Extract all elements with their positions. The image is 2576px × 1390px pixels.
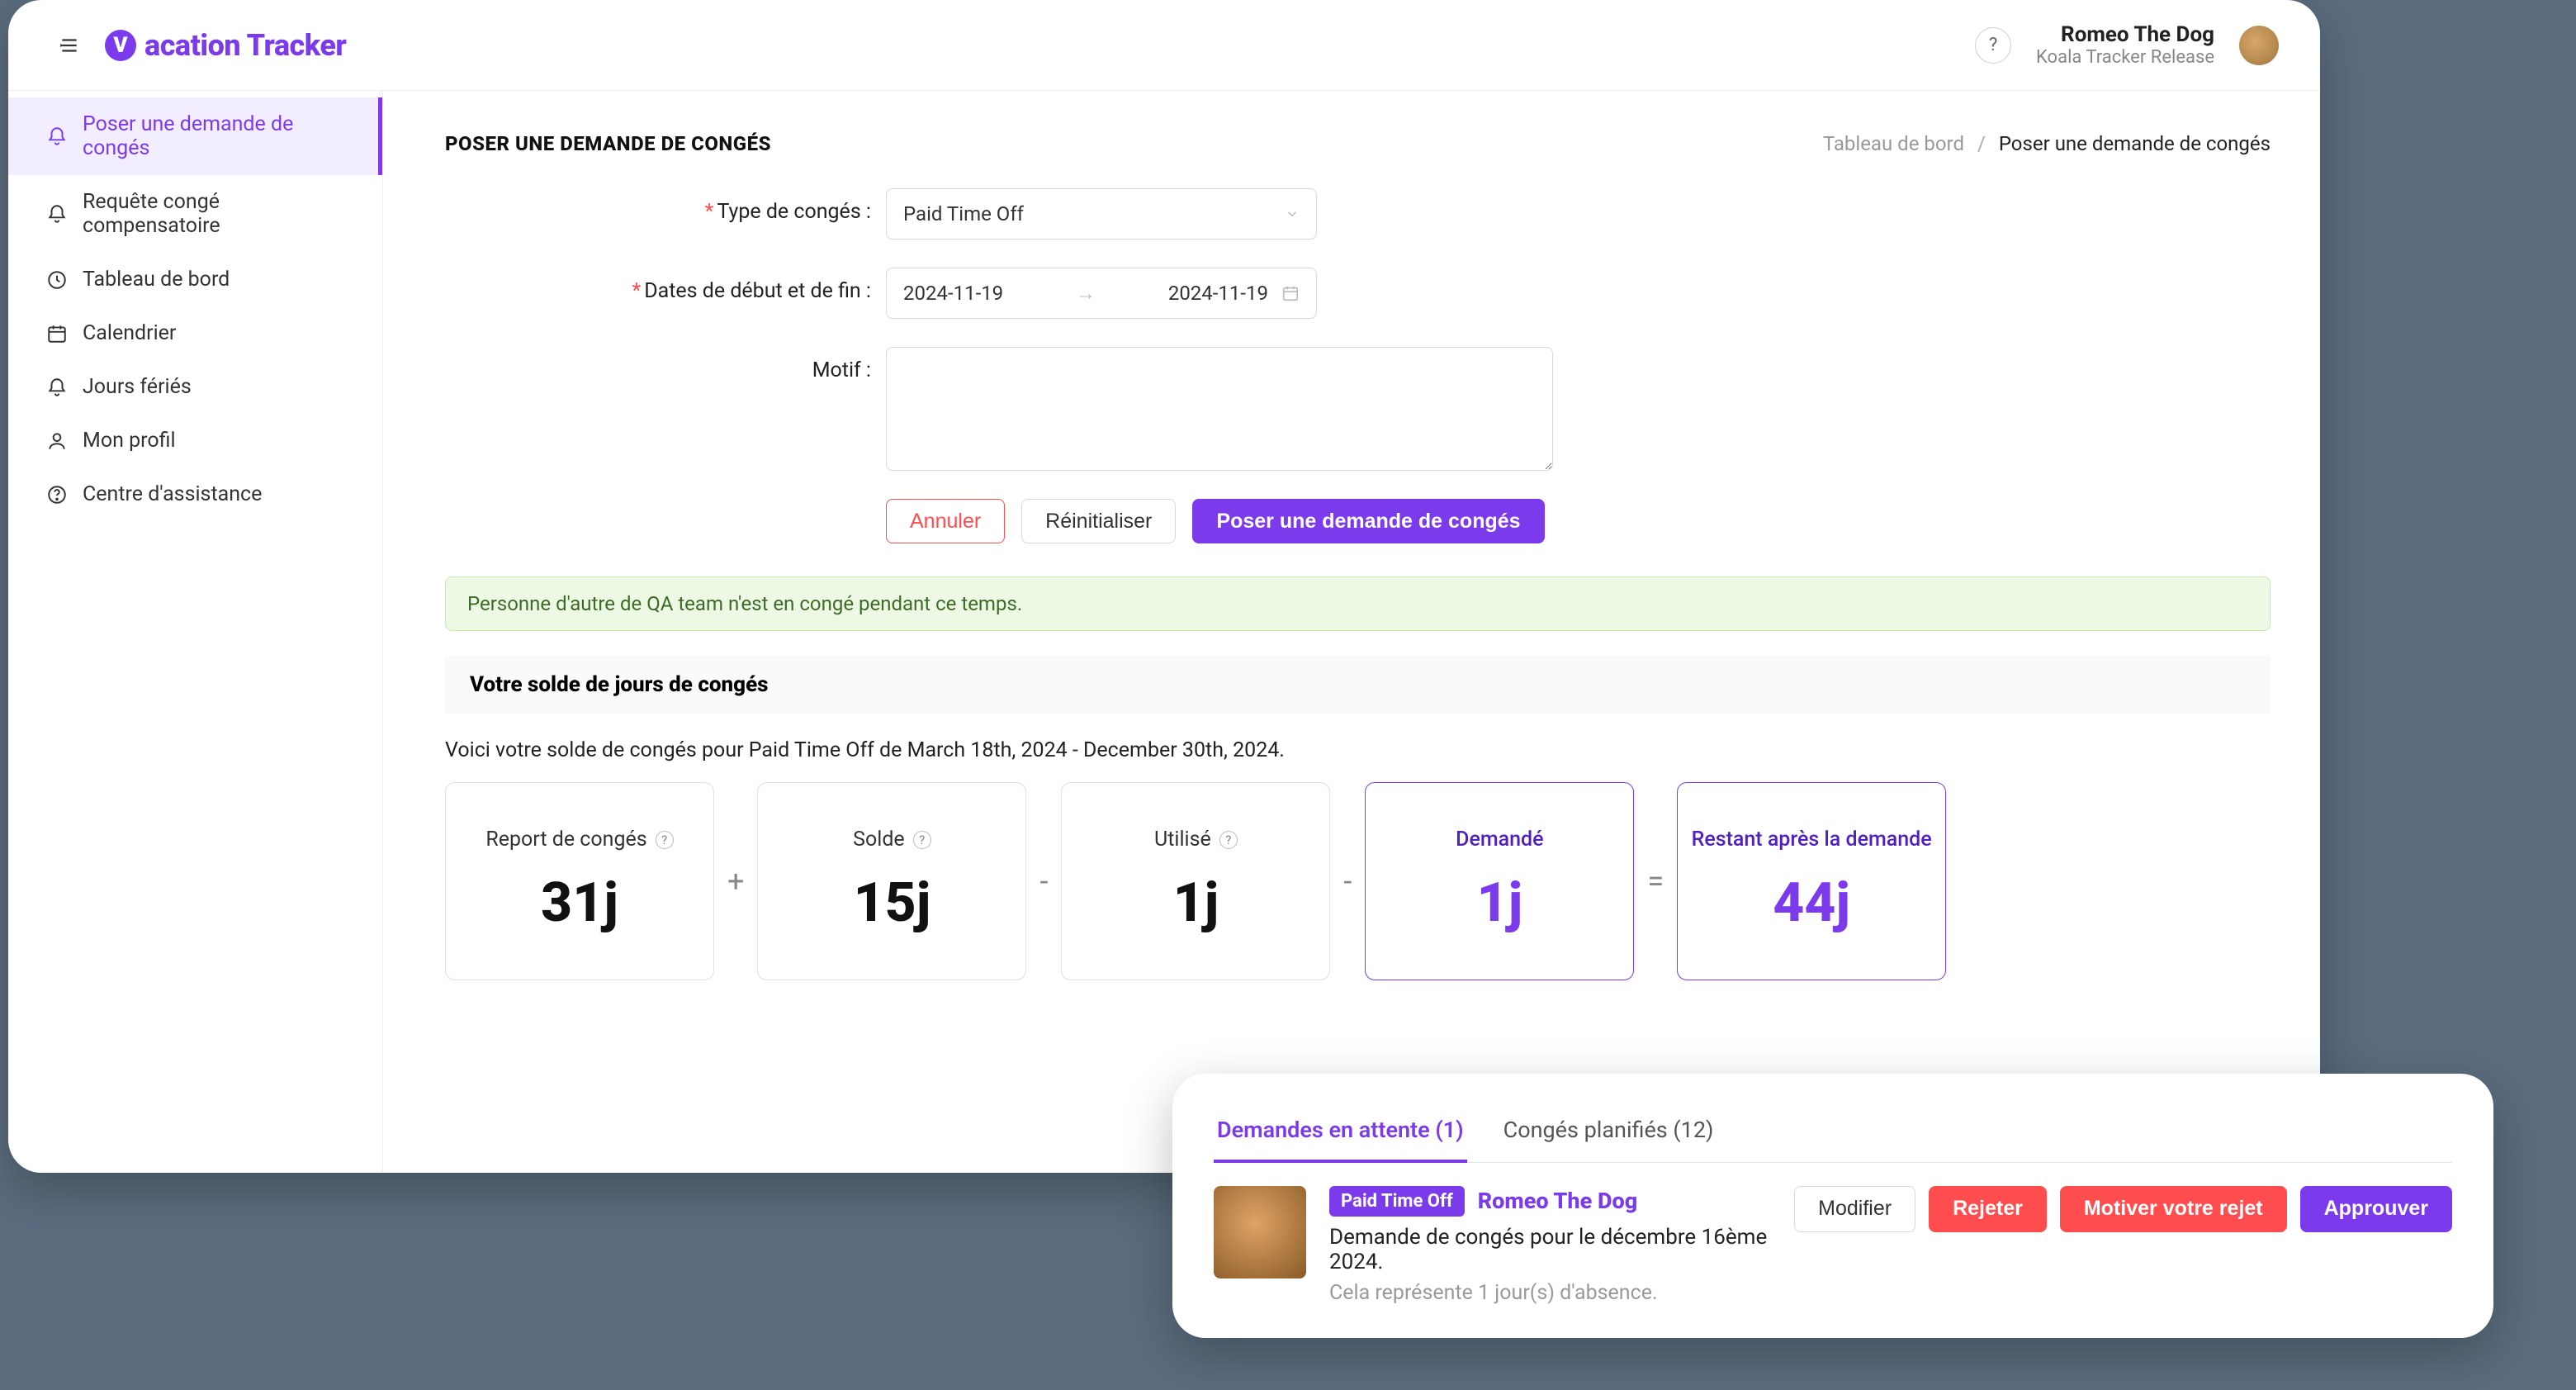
submit-button[interactable]: Poser une demande de congés (1192, 499, 1544, 543)
quota-value: 15j (854, 871, 931, 935)
sidebar-item-label: Mon profil (83, 429, 176, 453)
breadcrumb-root[interactable]: Tableau de bord (1823, 132, 1964, 155)
menu-toggle-button[interactable] (54, 30, 85, 61)
main-content: POSER UNE DEMANDE DE CONGÉS Tableau de b… (383, 91, 2320, 1173)
quota-description: Voici votre solde de congés pour Paid Ti… (445, 714, 2271, 782)
quota-value: 44j (1773, 871, 1850, 935)
clock-icon (46, 269, 68, 291)
sidebar-item-label: Requête congé compensatoire (83, 190, 357, 238)
quota-card-used: Utilisé? 1j (1061, 782, 1330, 980)
quota-card-remaining: Restant après la demande 44j (1677, 782, 1946, 980)
leave-request-form: *Type de congés : Paid Time Off *Dates d… (445, 188, 2271, 543)
calendar-icon (46, 323, 68, 344)
info-icon[interactable]: ? (913, 831, 931, 849)
sidebar-item-label: Calendrier (83, 321, 176, 345)
pending-requests-panel: Demandes en attente (1) Congés planifiés… (1172, 1074, 2493, 1338)
avatar[interactable] (2239, 26, 2279, 65)
operator-minus: - (1039, 864, 1048, 899)
request-card: Paid Time Off Romeo The Dog Demande de c… (1214, 1186, 2452, 1305)
info-icon[interactable]: ? (1219, 831, 1238, 849)
calendar-icon (1281, 284, 1300, 302)
quota-label: Utilisé (1154, 828, 1211, 852)
request-description: Demande de congés pour le décembre 16ème… (1329, 1225, 1771, 1274)
request-meta: Cela représente 1 jour(s) d'absence. (1329, 1281, 1771, 1305)
date-range-input[interactable]: 2024-11-19 → 2024-11-19 (886, 268, 1317, 319)
user-icon (46, 430, 68, 452)
edit-button[interactable]: Modifier (1794, 1186, 1915, 1232)
sidebar-item-dashboard[interactable]: Tableau de bord (8, 253, 382, 306)
help-button[interactable]: ? (1975, 27, 2011, 64)
logo-icon: V (105, 30, 136, 61)
sidebar-item-profile[interactable]: Mon profil (8, 414, 382, 467)
quota-card-balance: Solde? 15j (757, 782, 1026, 980)
logo[interactable]: V acation Tracker (105, 28, 346, 63)
breadcrumb-separator: / (1977, 132, 1986, 155)
sidebar-item-label: Centre d'assistance (83, 482, 262, 506)
arrow-right-icon: → (1016, 282, 1155, 306)
chevron-down-icon (1285, 206, 1300, 221)
operator-minus: - (1343, 864, 1352, 899)
sidebar-item-calendar[interactable]: Calendrier (8, 306, 382, 360)
tabs: Demandes en attente (1) Congés planifiés… (1214, 1107, 2452, 1163)
dates-label: *Dates de début et de fin : (445, 268, 886, 303)
operator-equals: = (1647, 864, 1664, 899)
app-window: V acation Tracker ? Romeo The Dog Koala … (8, 0, 2320, 1173)
hamburger-icon (59, 35, 80, 56)
sidebar-item-label: Jours fériés (83, 375, 192, 399)
approve-button[interactable]: Approuver (2300, 1186, 2452, 1232)
tab-pending-requests[interactable]: Demandes en attente (1) (1214, 1107, 1467, 1163)
request-avatar (1214, 1186, 1306, 1279)
bell-icon (46, 126, 68, 147)
cancel-button[interactable]: Annuler (886, 499, 1005, 543)
quota-label: Report de congés (485, 828, 646, 852)
breadcrumb-current: Poser une demande de congés (1999, 132, 2271, 155)
user-subtitle: Koala Tracker Release (2036, 47, 2214, 68)
leave-type-label: *Type de congés : (445, 188, 886, 224)
question-icon: ? (1989, 35, 1997, 55)
bell-icon (46, 377, 68, 398)
quota-section: Votre solde de jours de congés Voici vot… (445, 656, 2271, 980)
quota-card-carryover: Report de congés? 31j (445, 782, 714, 980)
alert-text: Personne d'autre de QA team n'est en con… (467, 592, 1022, 615)
leave-type-value: Paid Time Off (903, 202, 1024, 225)
quota-card-requested: Demandé 1j (1365, 782, 1634, 980)
info-icon[interactable]: ? (656, 831, 674, 849)
user-name: Romeo The Dog (2036, 22, 2214, 47)
date-start: 2024-11-19 (903, 282, 1003, 305)
leave-type-select[interactable]: Paid Time Off (886, 188, 1317, 240)
quota-label: Restant après la demande (1692, 828, 1932, 852)
request-user-name[interactable]: Romeo The Dog (1478, 1188, 1637, 1214)
sidebar-item-holidays[interactable]: Jours fériés (8, 360, 382, 414)
date-end: 2024-11-19 (1168, 282, 1268, 305)
help-icon (46, 484, 68, 505)
quota-heading: Votre solde de jours de congés (445, 656, 2271, 714)
reason-textarea[interactable] (886, 347, 1553, 471)
bell-icon (46, 203, 68, 225)
sidebar-item-label: Tableau de bord (83, 268, 230, 292)
quota-value: 1j (1173, 871, 1219, 935)
logo-text: acation Tracker (144, 28, 346, 63)
tab-scheduled-leave[interactable]: Congés planifiés (12) (1500, 1107, 1717, 1163)
motivate-rejection-button[interactable]: Motiver votre rejet (2060, 1186, 2287, 1232)
team-availability-alert: Personne d'autre de QA team n'est en con… (445, 576, 2271, 631)
reset-button[interactable]: Réinitialiser (1021, 499, 1176, 543)
quota-value: 31j (541, 871, 618, 935)
sidebar-item-label: Poser une demande de congés (83, 112, 357, 160)
leave-type-badge: Paid Time Off (1329, 1186, 1465, 1217)
page-title: POSER UNE DEMANDE DE CONGÉS (445, 132, 771, 155)
quota-label: Solde (853, 828, 905, 852)
quota-value: 1j (1477, 871, 1523, 935)
sidebar: Poser une demande de congés Requête cong… (8, 91, 383, 1173)
logo-letter: V (113, 33, 127, 58)
sidebar-item-comp-request[interactable]: Requête congé compensatoire (8, 175, 382, 253)
quota-label: Demandé (1456, 828, 1543, 852)
sidebar-item-help-center[interactable]: Centre d'assistance (8, 467, 382, 521)
sidebar-item-request-leave[interactable]: Poser une demande de congés (8, 97, 382, 175)
user-info[interactable]: Romeo The Dog Koala Tracker Release (2036, 22, 2214, 68)
breadcrumb: Tableau de bord / Poser une demande de c… (1823, 132, 2271, 155)
app-header: V acation Tracker ? Romeo The Dog Koala … (8, 0, 2320, 91)
reject-button[interactable]: Rejeter (1929, 1186, 2047, 1232)
reason-label: Motif : (445, 347, 886, 382)
operator-plus: + (727, 864, 744, 899)
